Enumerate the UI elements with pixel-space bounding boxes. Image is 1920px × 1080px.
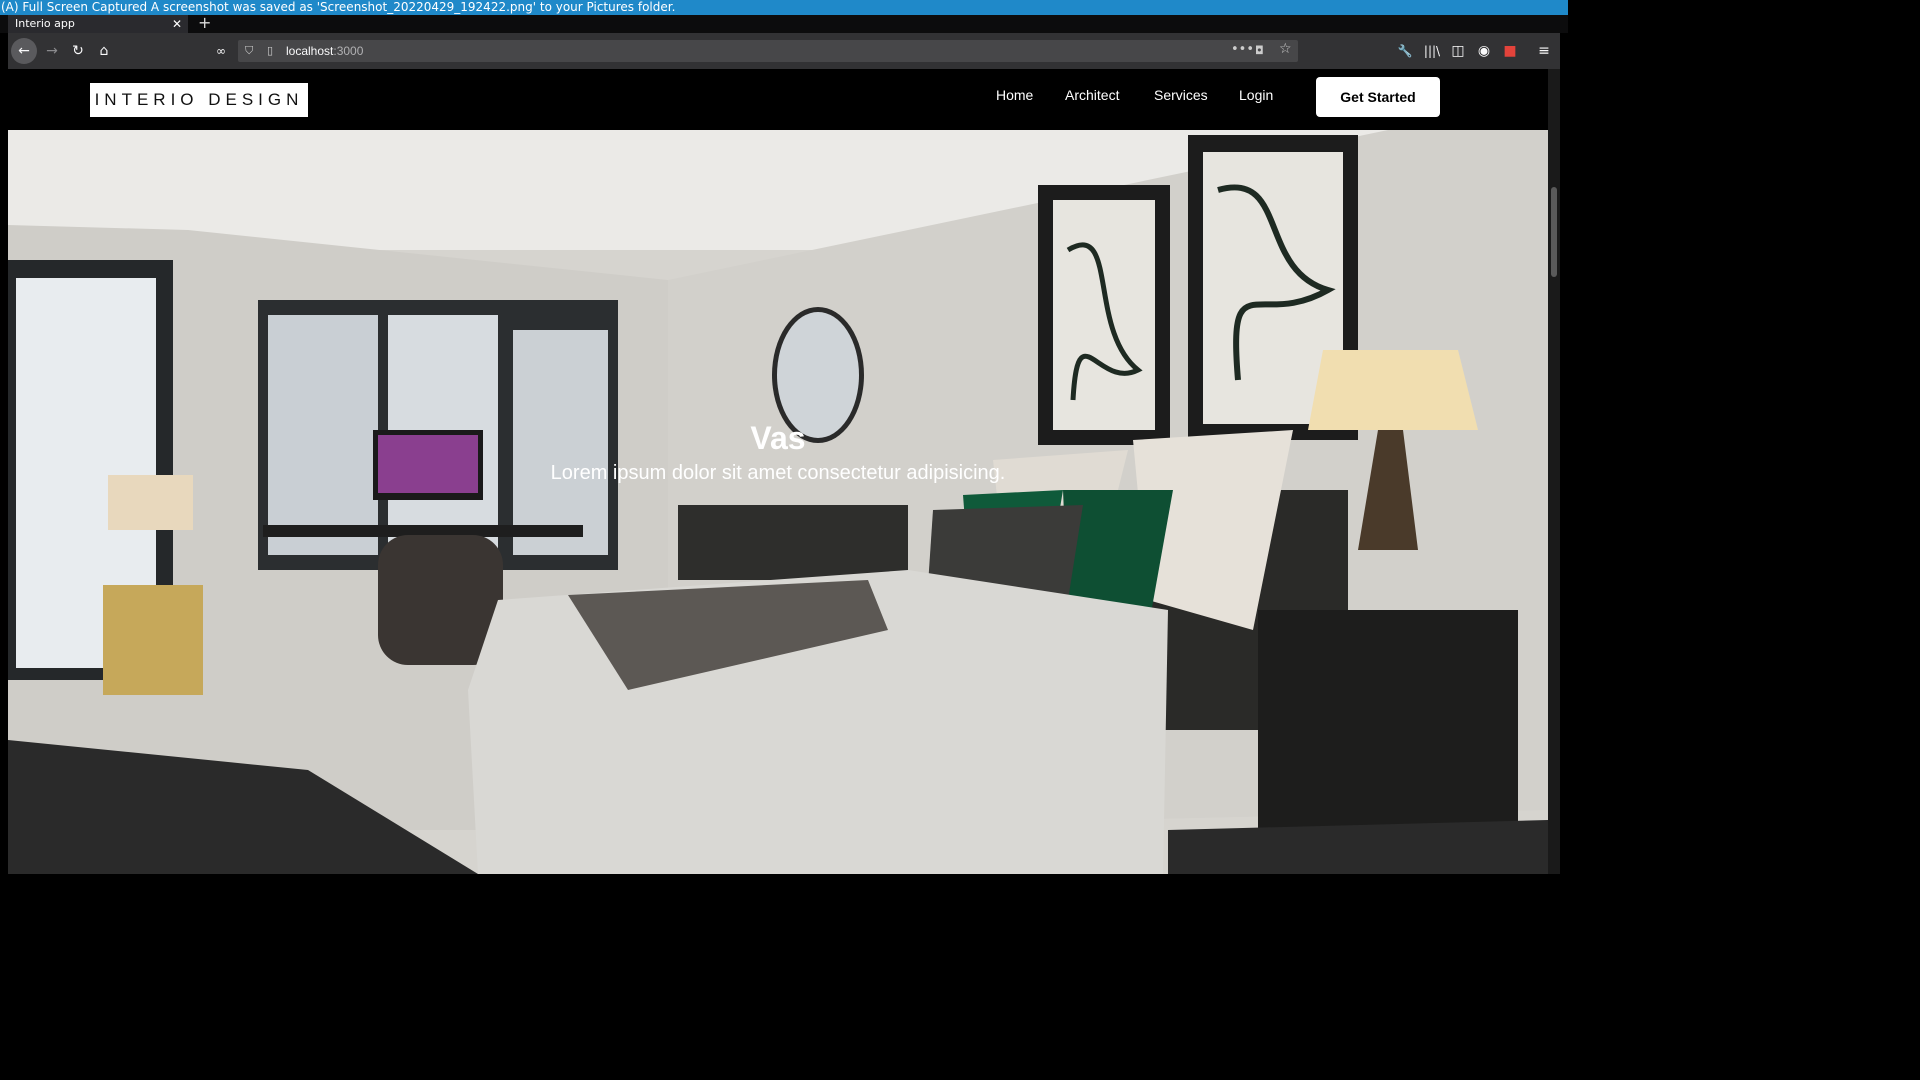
tab-strip: Interio app ✕ + — [0, 15, 1568, 33]
tab-interio-app[interactable]: Interio app ✕ — [8, 15, 188, 33]
hero-section: Vas Lorem ipsum dolor sit amet consectet… — [8, 130, 1548, 874]
home-icon[interactable]: ⌂ — [93, 40, 115, 62]
nav-architect[interactable]: Architect — [1065, 87, 1119, 103]
page-scrollbar[interactable] — [1548, 69, 1560, 874]
web-page: INTERIO DESIGN Home Architect Services L… — [8, 69, 1548, 874]
sidebar-icon[interactable]: ◫ — [1447, 40, 1469, 62]
shield-icon[interactable]: ⛉ — [245, 44, 253, 58]
menu-icon[interactable]: ≡ — [1533, 40, 1555, 62]
url-text[interactable]: localhost:3000 — [286, 40, 363, 62]
hero-subtitle: Lorem ipsum dolor sit amet consectetur a… — [550, 462, 1006, 484]
pocket-icon[interactable]: ◘ — [1255, 44, 1264, 57]
tracking-icon[interactable]: ∞ — [210, 40, 232, 62]
close-tab-icon[interactable]: ✕ — [172, 15, 182, 33]
more-icon[interactable]: ••• — [1231, 42, 1254, 57]
site-navbar: INTERIO DESIGN Home Architect Services L… — [8, 69, 1548, 130]
reload-icon[interactable]: ↻ — [67, 40, 89, 62]
account-icon[interactable]: ◉ — [1473, 40, 1495, 62]
new-tab-button[interactable]: + — [198, 15, 211, 31]
page-icon: ▯ — [267, 44, 274, 57]
site-logo[interactable]: INTERIO DESIGN — [90, 83, 308, 117]
get-started-button[interactable]: Get Started — [1316, 77, 1440, 117]
library-icon[interactable]: |||\ — [1421, 40, 1443, 62]
url-bar[interactable]: ⛉ ▯ localhost:3000 ••• ◘ ☆ — [238, 40, 1298, 62]
scrollbar-thumb[interactable] — [1551, 187, 1557, 277]
forward-icon[interactable]: → — [41, 40, 63, 62]
nav-login[interactable]: Login — [1239, 87, 1273, 103]
screenshot-notification: (A) Full Screen Captured A screenshot wa… — [0, 0, 1568, 15]
hero-bedroom-image — [8, 130, 1548, 874]
back-icon[interactable]: ← — [11, 38, 37, 64]
hero-title: Vas — [750, 420, 806, 456]
star-icon[interactable]: ☆ — [1279, 41, 1292, 57]
browser-toolbar: ← → ↻ ⌂ ∞ ⛉ ▯ localhost:3000 ••• ◘ ☆ 🔧 |… — [8, 33, 1560, 69]
tab-title: Interio app — [15, 17, 75, 30]
extension-icon[interactable]: ■ — [1499, 40, 1521, 62]
nav-services[interactable]: Services — [1154, 87, 1208, 103]
nav-home[interactable]: Home — [996, 87, 1033, 103]
wrench-icon[interactable]: 🔧 — [1394, 40, 1416, 62]
